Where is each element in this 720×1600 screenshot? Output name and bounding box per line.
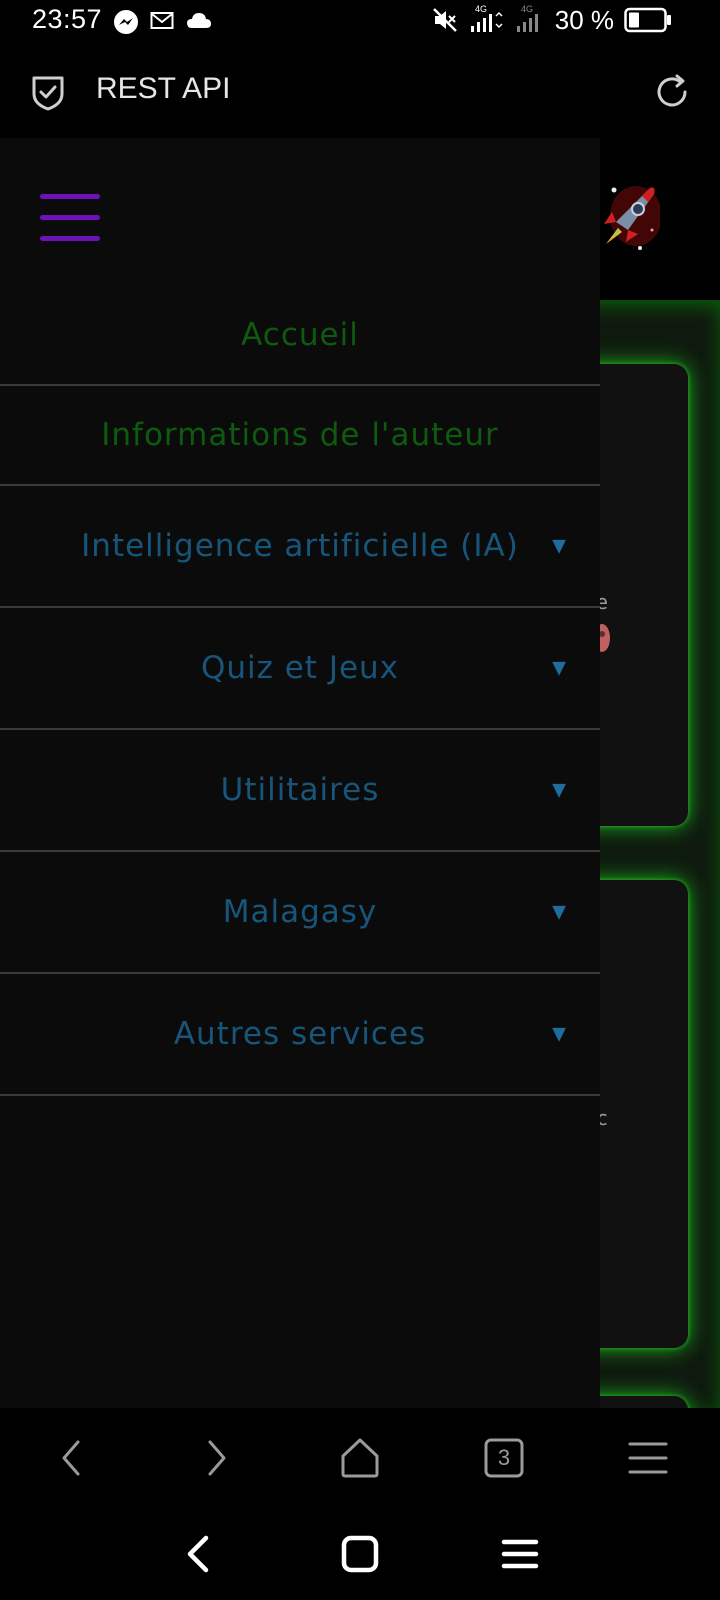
battery-percent: 30 % <box>554 4 614 35</box>
cloud-icon <box>187 13 211 28</box>
system-nav-bar <box>0 1508 720 1600</box>
status-time: 23:57 <box>32 4 103 34</box>
caret-down-icon: ▼ <box>552 779 566 801</box>
hamburger-menu-icon[interactable] <box>40 190 100 246</box>
hamburger-bar <box>40 194 100 199</box>
menu-item-informations-auteur[interactable]: Informations de l'auteur <box>0 386 600 486</box>
battery-icon <box>624 7 671 33</box>
menu-item-label: Quiz et Jeux <box>200 650 400 686</box>
menu-item-label: Malagasy <box>222 894 378 930</box>
back-icon[interactable] <box>50 1436 94 1480</box>
menu-item-label: Autres services <box>173 1016 427 1052</box>
forward-icon[interactable] <box>194 1436 238 1480</box>
mute-icon <box>432 8 457 32</box>
status-right: 4G 4G 30 % <box>431 4 672 36</box>
navigation-drawer: Accueil Informations de l'auteur Intelli… <box>0 138 600 1408</box>
caret-down-icon: ▼ <box>552 657 566 679</box>
home-icon[interactable] <box>338 1436 382 1480</box>
caret-down-icon: ▼ <box>552 535 566 557</box>
nav-recents-icon[interactable] <box>496 1530 544 1578</box>
menu-item-autres-services[interactable]: Autres services ▼ <box>0 974 600 1096</box>
menu-item-intelligence-artificielle[interactable]: Intelligence artificielle (IA) ▼ <box>0 486 600 608</box>
nav-home-icon[interactable] <box>336 1530 384 1578</box>
shield-icon[interactable] <box>28 72 68 112</box>
menu-item-utilitaires[interactable]: Utilitaires ▼ <box>0 730 600 852</box>
caret-down-icon: ▼ <box>552 901 566 923</box>
tab-count: 3 <box>497 1445 511 1470</box>
menu-item-quiz-jeux[interactable]: Quiz et Jeux ▼ <box>0 608 600 730</box>
status-bar: 23:57 4G 4G 30 % <box>0 0 720 44</box>
menu-item-label: Informations de l'auteur <box>101 417 499 453</box>
app-title: REST API <box>96 72 231 105</box>
menu-icon[interactable] <box>626 1436 670 1480</box>
signal-icon: 4G <box>470 4 503 32</box>
app-bar: REST API <box>0 44 720 138</box>
signal-icon-2: 4G <box>516 4 538 32</box>
browser-toolbar: 3 <box>0 1408 720 1508</box>
network-label-1: 4G <box>475 4 487 14</box>
menu-item-label: Intelligence artificielle (IA) <box>81 528 519 564</box>
tabs-button[interactable]: 3 <box>482 1436 526 1480</box>
network-label-2: 4G <box>521 4 533 14</box>
mail-icon <box>150 12 174 29</box>
menu-item-malagasy[interactable]: Malagasy ▼ <box>0 852 600 974</box>
menu-item-label: Utilitaires <box>220 772 380 808</box>
drawer-menu: Accueil Informations de l'auteur Intelli… <box>0 286 600 1096</box>
menu-item-label: Accueil <box>241 317 359 353</box>
messenger-icon <box>114 10 138 34</box>
hamburger-bar <box>40 236 100 241</box>
reload-icon[interactable] <box>652 72 692 112</box>
caret-down-icon: ▼ <box>552 1023 566 1045</box>
nav-back-icon[interactable] <box>176 1530 224 1578</box>
hamburger-bar <box>40 215 100 220</box>
rocket-icon <box>604 186 660 250</box>
menu-item-accueil[interactable]: Accueil <box>0 286 600 386</box>
